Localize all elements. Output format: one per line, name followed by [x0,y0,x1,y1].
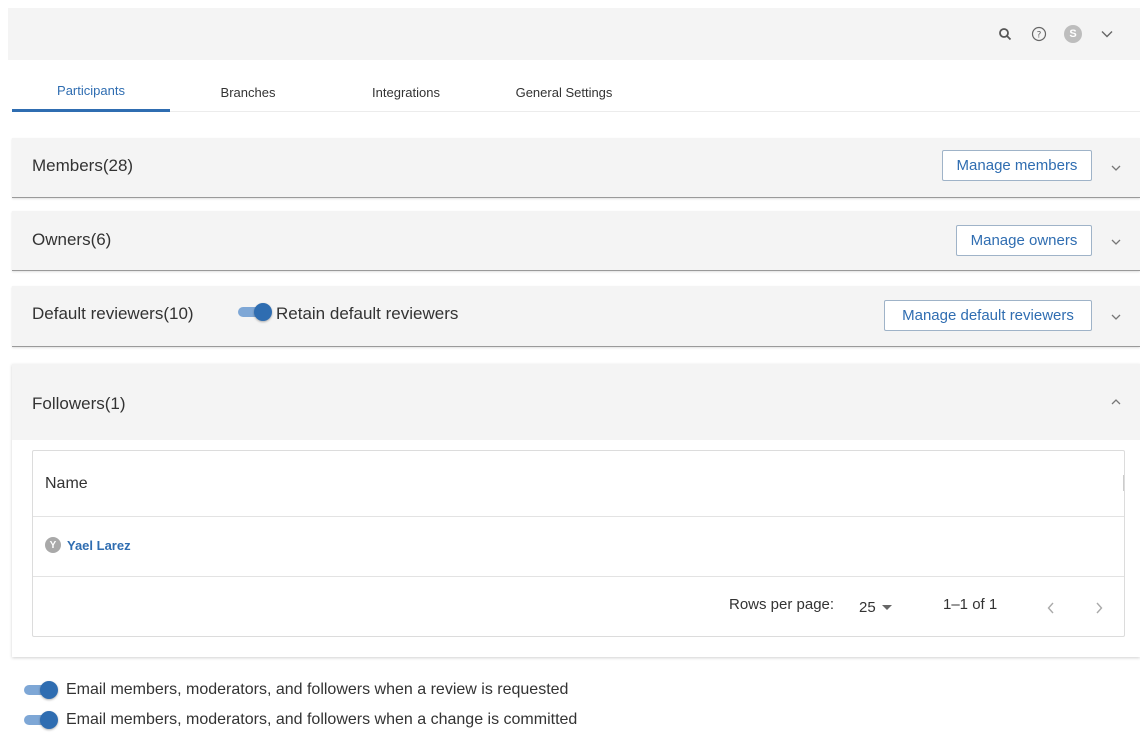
tab-bar: Participants Branches Integrations Gener… [12,72,1140,112]
email-review-requested-label: Email members, moderators, and followers… [66,681,569,698]
chevron-right-icon[interactable] [1089,598,1109,618]
tab-general-settings[interactable]: General Settings [500,72,628,112]
chevron-down-icon[interactable] [1108,309,1124,325]
tab-branches[interactable]: Branches [192,72,304,112]
email-change-committed-label: Email members, moderators, and followers… [66,711,578,728]
manage-members-button[interactable]: Manage members [942,150,1092,181]
email-change-committed-toggle[interactable] [24,710,58,730]
default-reviewers-panel[interactable]: Default reviewers(10) Retain default rev… [12,286,1140,347]
user-link[interactable]: Yael Larez [67,538,131,553]
chevron-down-icon[interactable] [1108,160,1124,176]
user-avatar[interactable]: S [1056,17,1090,51]
tab-participants[interactable]: Participants [12,72,170,112]
email-review-requested-toggle[interactable] [24,680,58,700]
top-icons: ? S [988,8,1124,60]
manage-default-reviewers-button[interactable]: Manage default reviewers [884,300,1092,331]
search-icon[interactable] [988,17,1022,51]
divider [33,516,1124,517]
toggle-thumb [40,711,58,729]
avatar-initial: S [1064,25,1082,43]
owners-title: Owners(6) [32,230,112,249]
top-bar: ? S [8,8,1140,60]
svg-text:?: ? [1037,31,1042,41]
toggle-thumb [254,303,272,321]
default-reviewers-title: Default reviewers(10) [32,304,194,323]
toggle-thumb [40,681,58,699]
help-icon[interactable]: ? [1022,17,1056,51]
owners-panel[interactable]: Owners(6) Manage owners [12,211,1140,271]
followers-table: Name Y Yael Larez Rows per page: 25 1–1 … [32,450,1125,637]
tab-integrations[interactable]: Integrations [348,72,464,112]
user-avatar: Y [45,537,61,553]
chevron-left-icon[interactable] [1041,598,1061,618]
rows-per-page-value: 25 [859,599,876,616]
chevron-down-icon[interactable] [1090,17,1124,51]
pagination-range: 1–1 of 1 [943,596,998,613]
rows-per-page-select[interactable]: 25 [859,599,892,616]
members-title: Members(28) [32,156,134,175]
followers-panel: Followers(1) Name Y Yael Larez Rows per … [12,364,1140,657]
rows-per-page-label: Rows per page: [729,596,835,613]
caret-down-icon [881,604,892,610]
members-panel[interactable]: Members(28) Manage members [12,138,1140,198]
retain-default-reviewers-label: Retain default reviewers [276,304,459,323]
divider [33,576,1124,577]
retain-default-reviewers-toggle[interactable] [238,302,272,322]
chevron-down-icon[interactable] [1108,234,1124,250]
table-row: Y Yael Larez [45,537,131,553]
followers-title: Followers(1) [32,394,126,413]
column-resize-handle[interactable] [1123,475,1124,491]
chevron-up-icon[interactable] [1108,394,1124,410]
followers-header[interactable]: Followers(1) [12,364,1140,440]
column-header-name[interactable]: Name [45,475,88,493]
manage-owners-button[interactable]: Manage owners [956,225,1092,256]
